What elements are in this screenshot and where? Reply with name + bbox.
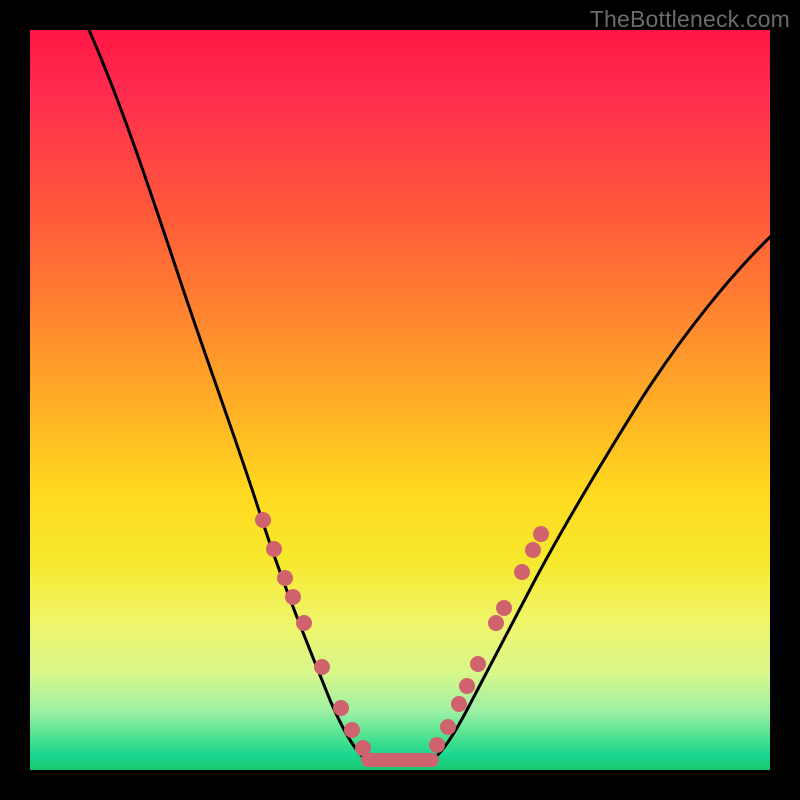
right-curve: [428, 237, 770, 762]
marker-left: [333, 700, 349, 716]
marker-right: [496, 600, 512, 616]
marker-left: [255, 512, 271, 528]
left-curve: [89, 30, 372, 762]
marker-left: [344, 722, 360, 738]
marker-left: [285, 589, 301, 605]
marker-right: [429, 737, 445, 753]
marker-left: [296, 615, 312, 631]
marker-left: [314, 659, 330, 675]
chart-svg: [30, 30, 770, 770]
marker-right: [514, 564, 530, 580]
marker-right: [488, 615, 504, 631]
outer-frame: TheBottleneck.com: [0, 0, 800, 800]
marker-right: [451, 696, 467, 712]
marker-right: [459, 678, 475, 694]
marker-left: [277, 570, 293, 586]
marker-left: [355, 740, 371, 756]
marker-right: [525, 542, 541, 558]
marker-right: [440, 719, 456, 735]
marker-right: [470, 656, 486, 672]
plot-area: [30, 30, 770, 770]
marker-right: [533, 526, 549, 542]
watermark-text: TheBottleneck.com: [590, 6, 790, 33]
marker-left: [266, 541, 282, 557]
